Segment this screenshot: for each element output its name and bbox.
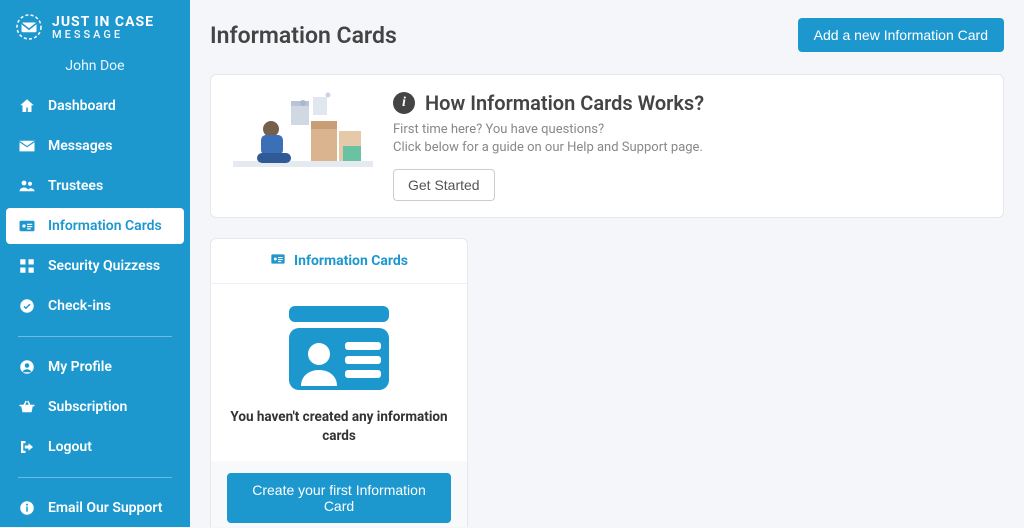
sidebar-item-email-support[interactable]: Email Our Support: [6, 490, 184, 526]
sidebar-item-label: Logout: [48, 439, 92, 455]
card-body: You haven't created any information card…: [211, 284, 467, 460]
sidebar-separator: [18, 477, 172, 478]
id-card-icon: [18, 217, 36, 235]
user-circle-icon: [18, 358, 36, 376]
grid-icon: [18, 257, 36, 275]
sidebar-item-label: Information Cards: [48, 218, 162, 234]
banner-text: First time here? You have questions? Cli…: [393, 121, 981, 157]
sidebar-item-label: Dashboard: [48, 98, 116, 114]
banner-text-line1: First time here? You have questions?: [393, 121, 981, 139]
logout-icon: [18, 438, 36, 456]
banner-text-line2: Click below for a guide on our Help and …: [393, 139, 981, 157]
sidebar-item-logout[interactable]: Logout: [6, 429, 184, 465]
sidebar-item-label: Security Quizzess: [48, 258, 160, 274]
sidebar-item-messages[interactable]: Messages: [6, 128, 184, 164]
get-started-button[interactable]: Get Started: [393, 169, 495, 201]
sidebar-separator: [18, 336, 172, 337]
banner-illustration: [233, 91, 373, 181]
add-information-card-button[interactable]: Add a new Information Card: [798, 18, 1004, 52]
information-cards-widget: Information Cards Y: [210, 238, 468, 527]
info-circle-icon: [18, 499, 36, 517]
info-icon: i: [393, 92, 415, 114]
users-icon: [18, 177, 36, 195]
banner-title: How Information Cards Works?: [425, 91, 704, 115]
main-content: Information Cards Add a new Information …: [190, 0, 1024, 527]
brand-line2: MESSAGE: [52, 29, 154, 40]
brand-text: JUST IN CASE MESSAGE: [52, 15, 154, 40]
sidebar-item-check-ins[interactable]: Check-ins: [6, 288, 184, 324]
sidebar-username: John Doe: [0, 48, 190, 86]
create-first-card-button[interactable]: Create your first Information Card: [227, 473, 451, 523]
sidebar-item-my-profile[interactable]: My Profile: [6, 349, 184, 385]
banner-body: i How Information Cards Works? First tim…: [393, 91, 981, 201]
sidebar-item-label: Check-ins: [48, 298, 111, 314]
home-icon: [18, 97, 36, 115]
sidebar-item-label: Email Our Support: [48, 500, 162, 516]
sidebar-item-subscription[interactable]: Subscription: [6, 389, 184, 425]
envelope-icon: [18, 137, 36, 155]
sidebar-item-label: Subscription: [48, 399, 127, 415]
page-header: Information Cards Add a new Information …: [210, 18, 1004, 52]
card-header: Information Cards: [211, 239, 467, 284]
cards-row: Information Cards Y: [210, 238, 1004, 527]
sidebar: JUST IN CASE MESSAGE John Doe Dashboard …: [0, 0, 190, 527]
brand-line1: JUST IN CASE: [52, 15, 154, 29]
sidebar-item-label: My Profile: [48, 359, 112, 375]
card-header-label: Information Cards: [294, 253, 408, 269]
sidebar-item-dashboard[interactable]: Dashboard: [6, 88, 184, 124]
brand-logo[interactable]: JUST IN CASE MESSAGE: [0, 10, 190, 48]
sidebar-item-label: Trustees: [48, 178, 103, 194]
page-title: Information Cards: [210, 22, 397, 49]
how-it-works-banner: i How Information Cards Works? First tim…: [210, 74, 1004, 218]
card-footer: Create your first Information Card: [211, 461, 467, 527]
sidebar-item-security-quizzes[interactable]: Security Quizzess: [6, 248, 184, 284]
sidebar-item-trustees[interactable]: Trustees: [6, 168, 184, 204]
basket-icon: [18, 398, 36, 416]
check-circle-icon: [18, 297, 36, 315]
sidebar-nav: Dashboard Messages Trustees Information …: [0, 86, 190, 528]
sidebar-item-label: Messages: [48, 138, 112, 154]
empty-state-text: You haven't created any information card…: [227, 408, 451, 444]
id-card-icon: [270, 251, 286, 271]
id-card-large-icon: [279, 304, 399, 394]
envelope-logo-icon: [14, 12, 44, 42]
sidebar-item-information-cards[interactable]: Information Cards: [6, 208, 184, 244]
